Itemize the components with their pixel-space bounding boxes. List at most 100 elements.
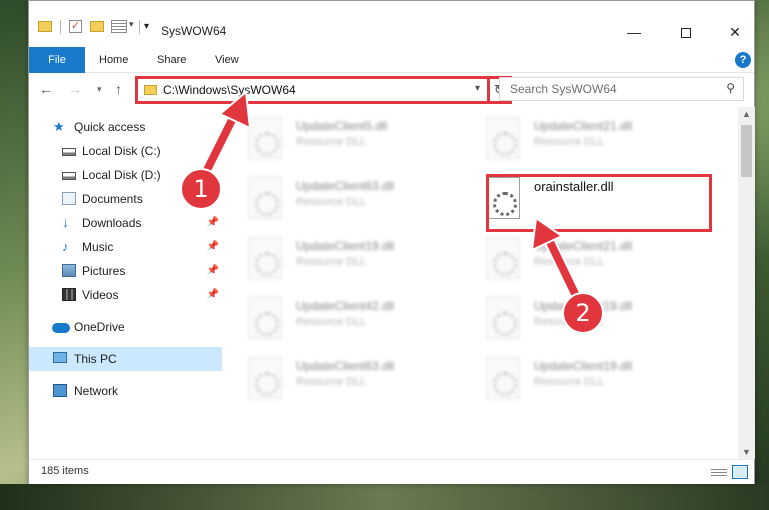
- file-name: UpdateClient19.dll: [296, 239, 395, 253]
- dll-file-icon: [248, 357, 282, 399]
- scroll-up-icon[interactable]: ▲: [742, 109, 751, 119]
- pin-icon[interactable]: 📌: [207, 235, 219, 259]
- file-type: Resource DLL: [534, 136, 605, 148]
- details-view-icon[interactable]: [711, 467, 727, 478]
- file-name: UpdateClient5.dll: [296, 119, 388, 133]
- file-name: UpdateClient21.dll: [534, 119, 633, 133]
- vertical-scrollbar[interactable]: ▲ ▼: [738, 107, 755, 459]
- sidebar-item-videos[interactable]: Videos 📌: [29, 283, 222, 307]
- file-type: Resource DLL: [534, 376, 605, 388]
- sidebar-item-network[interactable]: Network: [29, 379, 222, 403]
- up-arrow-icon[interactable]: ↑: [115, 81, 122, 97]
- tab-file[interactable]: File: [29, 47, 85, 73]
- chevron-down-icon[interactable]: ▾: [475, 83, 480, 94]
- file-type: Resource DLL: [296, 316, 367, 328]
- music-icon: ♪: [62, 239, 69, 254]
- sidebar-item-label: OneDrive: [74, 320, 125, 334]
- dll-file-icon: [248, 297, 282, 339]
- highlight-box: [486, 174, 712, 232]
- navigation-pane: ★ Quick access Local Disk (C:) Local Dis…: [29, 107, 222, 459]
- customize-quick-access-icon[interactable]: ▾: [144, 21, 149, 32]
- sidebar-item-label: Documents: [82, 192, 143, 206]
- video-icon: [62, 288, 76, 301]
- list-item[interactable]: UpdateClient21.dll Resource DLL: [460, 229, 690, 285]
- maximize-button[interactable]: [663, 17, 709, 47]
- properties-checkbox-icon[interactable]: ✓: [69, 20, 82, 33]
- sidebar-item-label: Downloads: [82, 216, 142, 230]
- file-type: Resource DLL: [296, 136, 367, 148]
- disk-icon: [62, 148, 76, 156]
- sidebar-item-label: Videos: [82, 288, 119, 302]
- new-folder-icon[interactable]: [90, 21, 104, 32]
- back-arrow-icon[interactable]: ←: [39, 81, 53, 97]
- sidebar-item-label: Local Disk (D:): [82, 168, 161, 182]
- forward-arrow-icon[interactable]: →: [68, 81, 82, 97]
- dll-file-icon: [486, 357, 520, 399]
- tab-view[interactable]: View: [215, 47, 239, 73]
- large-icons-view-icon[interactable]: [732, 465, 748, 479]
- sidebar-item-onedrive[interactable]: OneDrive: [29, 315, 222, 339]
- close-button[interactable]: ✕: [712, 17, 758, 47]
- dll-file-icon: [486, 117, 520, 159]
- scroll-down-icon[interactable]: ▼: [742, 447, 751, 457]
- pin-icon[interactable]: 📌: [207, 283, 219, 307]
- disk-icon: [62, 172, 76, 180]
- pin-icon[interactable]: 📌: [207, 211, 219, 235]
- scrollbar-thumb[interactable]: [741, 125, 752, 177]
- sidebar-item-pictures[interactable]: Pictures 📌: [29, 259, 222, 283]
- sidebar-item-label: Music: [82, 240, 114, 254]
- list-item[interactable]: UpdateClient42.dll Resource DLL: [222, 289, 452, 345]
- list-item[interactable]: UpdateClient63.dll Resource DLL: [222, 169, 452, 225]
- file-name: UpdateClient63.dll: [296, 359, 395, 373]
- sidebar-item-music[interactable]: ♪ Music 📌: [29, 235, 222, 259]
- file-list: UpdateClient5.dll Resource DLL UpdateCli…: [222, 107, 738, 459]
- sidebar-item-label: Local Disk (C:): [82, 144, 161, 158]
- properties-icon[interactable]: [111, 20, 127, 33]
- dll-file-icon: [248, 117, 282, 159]
- cloud-icon: [52, 323, 70, 333]
- search-placeholder: Search SysWOW64: [510, 82, 617, 96]
- chevron-down-icon[interactable]: ▾: [129, 19, 134, 30]
- search-icon: ⚲: [726, 81, 735, 95]
- list-item[interactable]: UpdateClient19.dll Resource DLL: [460, 349, 690, 405]
- documents-icon: [62, 192, 76, 205]
- desktop-background-bottom: [0, 484, 769, 510]
- pictures-icon: [62, 264, 76, 277]
- file-type: Resource DLL: [296, 196, 367, 208]
- dll-file-icon: [486, 297, 520, 339]
- tab-share[interactable]: Share: [157, 47, 186, 73]
- search-input[interactable]: Search SysWOW64 ⚲: [499, 77, 744, 101]
- dll-file-icon: [248, 177, 282, 219]
- recent-locations-icon[interactable]: ▾: [97, 84, 102, 95]
- sidebar-item-label: Quick access: [74, 120, 146, 134]
- item-count: 185 items: [41, 465, 89, 477]
- toolbar-divider: [139, 20, 140, 34]
- toolbar-divider: [60, 20, 61, 34]
- folder-icon: [144, 85, 157, 95]
- sidebar-item-this-pc[interactable]: This PC: [29, 347, 222, 371]
- sidebar-item-label: Pictures: [82, 264, 126, 278]
- tab-home[interactable]: Home: [99, 47, 128, 73]
- computer-icon: [53, 352, 67, 363]
- address-bar[interactable]: C:\Windows\SysWOW64 ▾: [135, 76, 490, 104]
- address-path[interactable]: C:\Windows\SysWOW64: [163, 83, 296, 97]
- ribbon-tabs: File Home Share View ?: [29, 47, 754, 73]
- list-item[interactable]: UpdateClient21.dll Resource DLL: [460, 109, 690, 165]
- star-icon: ★: [53, 119, 65, 134]
- minimize-button[interactable]: —: [611, 17, 657, 47]
- folder-icon: [38, 21, 52, 32]
- sidebar-item-downloads[interactable]: ↓ Downloads 📌: [29, 211, 222, 235]
- file-name: UpdateClient19.dll: [534, 359, 633, 373]
- pin-icon[interactable]: 📌: [207, 259, 219, 283]
- navigation-bar: ← → ▾ ↑ C:\Windows\SysWOW64 ▾ ↻ Search S…: [29, 73, 754, 107]
- status-bar: 185 items: [29, 459, 754, 484]
- sidebar-item-quick-access[interactable]: ★ Quick access: [29, 115, 222, 139]
- list-item[interactable]: UpdateClient63.dll Resource DLL: [222, 349, 452, 405]
- help-button[interactable]: ?: [735, 52, 751, 68]
- dll-file-icon: [486, 237, 520, 279]
- sidebar-item-local-disk-c[interactable]: Local Disk (C:): [29, 139, 222, 163]
- dll-file-icon: [248, 237, 282, 279]
- file-name: UpdateClient63.dll: [296, 179, 395, 193]
- list-item[interactable]: UpdateClient19.dll Resource DLL: [222, 229, 452, 285]
- list-item[interactable]: UpdateClient5.dll Resource DLL: [222, 109, 452, 165]
